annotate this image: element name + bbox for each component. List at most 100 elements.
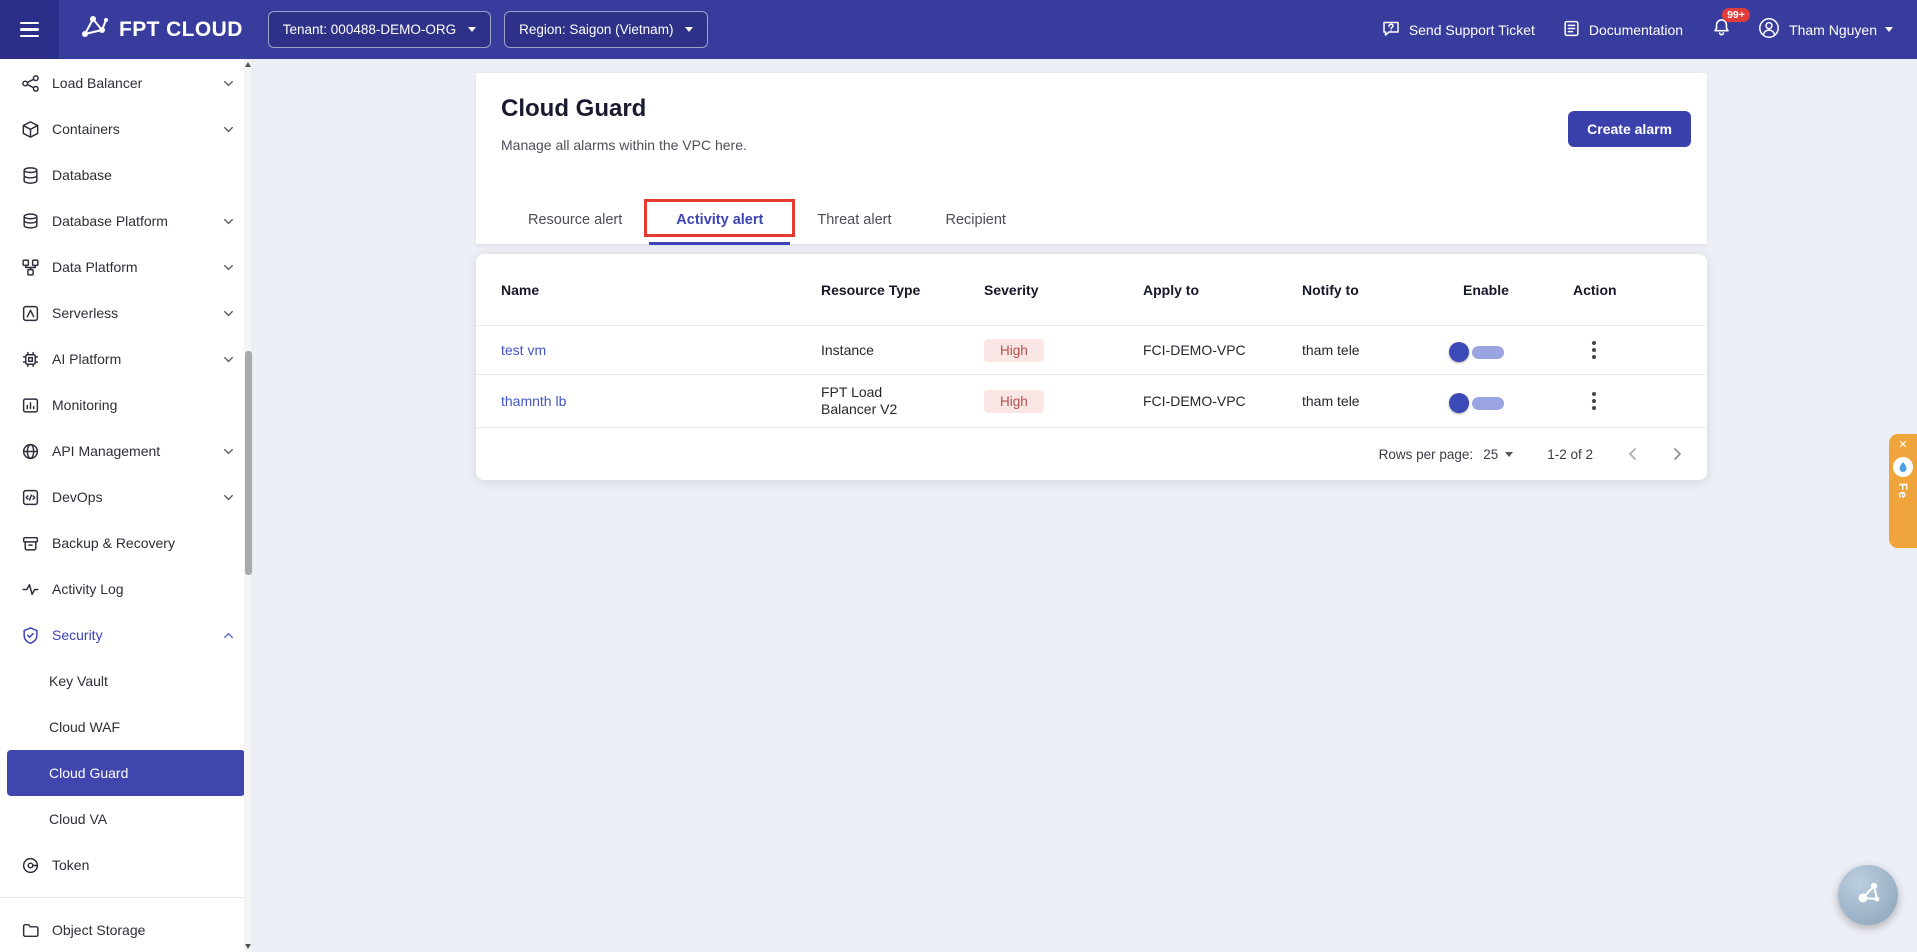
row-actions-kebab-icon[interactable] [1589,338,1707,362]
fpt-cloud-logo-icon [79,13,109,46]
close-icon[interactable]: ✕ [1898,440,1907,451]
notify-to-cell: tham tele [1302,393,1360,409]
table-row: thamnth lb FPT Load Balancer V2 High FCI… [476,375,1707,428]
feedback-tab[interactable]: ✕ Fe [1889,434,1917,548]
sidebar-subitem-label: Key Vault [49,673,108,689]
sidebar-item-cloud-guard[interactable]: Cloud Guard [7,750,245,796]
monitoring-icon [20,395,40,415]
sidebar-item-database-platform[interactable]: Database Platform [0,198,252,244]
sidebar-item-label: Data Platform [52,259,138,275]
table-footer: Rows per page: 25 1-2 of 2 [476,428,1707,480]
sidebar: Load Balancer Containers Database Databa… [0,59,253,952]
sidebar-item-devops[interactable]: DevOps [0,474,252,520]
sidebar-item-label: Load Balancer [52,75,143,91]
severity-badge: High [984,389,1044,413]
chevron-down-icon [1505,451,1514,457]
notify-to-cell: tham tele [1302,342,1360,358]
rows-per-page-label: Rows per page: [1378,446,1474,462]
avatar-icon [1757,16,1781,43]
topbar: FPT CLOUD Tenant: 000488-DEMO-ORG Region… [0,0,1917,59]
pagination-next-button[interactable] [1667,444,1687,464]
chevron-down-icon [221,306,236,321]
alarm-name-link[interactable]: thamnth lb [501,393,566,409]
sidebar-item-label: Database Platform [52,213,168,229]
tab-bar: Resource alert Activity alert Threat ale… [476,196,1707,245]
database-icon [20,165,40,185]
chevron-up-icon [221,628,236,643]
scrollbar-down-arrow-icon[interactable] [244,944,252,949]
support-chat-icon [1381,18,1401,41]
brand-logo[interactable]: FPT CLOUD [79,13,243,46]
sidebar-item-label: Token [52,857,90,873]
sidebar-item-token[interactable]: Token [0,842,252,888]
sidebar-item-label: AI Platform [52,351,122,367]
scrollbar-up-arrow-icon[interactable] [244,62,252,67]
sidebar-item-api-management[interactable]: API Management [0,428,252,474]
region-dropdown[interactable]: Region: Saigon (Vietnam) [504,11,709,48]
sidebar-item-database[interactable]: Database [0,152,252,198]
user-menu[interactable]: Tham Nguyen [1757,16,1893,43]
chevron-down-icon [221,214,236,229]
apply-to-cell: FCI-DEMO-VPC [1143,393,1246,409]
sidebar-item-activity-log[interactable]: Activity Log [0,566,252,612]
create-alarm-button[interactable]: Create alarm [1568,111,1691,147]
brand-name: FPT CLOUD [119,17,243,41]
tab-label: Activity alert [676,212,764,228]
sidebar-item-cloud-va[interactable]: Cloud VA [0,796,252,842]
sidebar-item-monitoring[interactable]: Monitoring [0,382,252,428]
chevron-down-icon [221,122,236,137]
sidebar-item-data-platform[interactable]: Data Platform [0,244,252,290]
chevron-down-icon [221,444,236,459]
tab-resource-alert[interactable]: Resource alert [501,196,649,244]
scrollbar-thumb[interactable] [244,351,252,575]
serverless-icon [20,303,40,323]
column-header-apply-to: Apply to [1143,281,1199,298]
tab-label: Threat alert [817,212,892,228]
chevron-down-icon [468,27,477,32]
sidebar-item-ai-platform[interactable]: AI Platform [0,336,252,382]
sidebar-item-load-balancer[interactable]: Load Balancer [0,60,252,106]
devops-icon [20,487,40,507]
api-management-icon [20,441,40,461]
rows-per-page-select[interactable]: 25 [1483,446,1514,462]
severity-badge: High [984,338,1044,362]
sidebar-subitem-label: Cloud WAF [49,719,121,735]
notification-badge: 99+ [1722,7,1750,22]
chevron-down-icon [221,490,236,505]
apply-to-cell: FCI-DEMO-VPC [1143,342,1246,358]
sidebar-item-containers[interactable]: Containers [0,106,252,152]
rows-per-page-value: 25 [1483,446,1499,462]
containers-icon [20,119,40,139]
topbar-right: Send Support Ticket Documentation 99+ Th… [1354,7,1917,43]
pagination-range: 1-2 of 2 [1547,446,1593,462]
chevron-down-icon [1885,27,1893,32]
ai-assistant-button[interactable] [1838,865,1898,925]
send-support-ticket-link[interactable]: Send Support Ticket [1381,18,1535,41]
tenant-dropdown[interactable]: Tenant: 000488-DEMO-ORG [267,11,492,48]
docs-label: Documentation [1588,21,1684,38]
sidebar-item-security[interactable]: Security [0,612,252,658]
sidebar-subitem-label: Cloud VA [49,811,108,827]
tab-activity-alert[interactable]: Activity alert [644,196,796,245]
sidebar-item-backup-recovery[interactable]: Backup & Recovery [0,520,252,566]
sidebar-item-object-storage[interactable]: Object Storage [0,907,252,952]
hamburger-menu-button[interactable] [0,0,59,59]
tab-recipient[interactable]: Recipient [919,196,1033,244]
ai-platform-icon [20,349,40,369]
sidebar-item-serverless[interactable]: Serverless [0,290,252,336]
tab-threat-alert[interactable]: Threat alert [790,196,918,244]
feedback-label: Fe [1896,483,1910,500]
page-title: Cloud Guard [501,95,647,122]
backup-recovery-icon [20,533,40,553]
notification-bell-button[interactable]: 99+ [1711,7,1750,43]
sidebar-item-cloud-waf[interactable]: Cloud WAF [0,704,252,750]
documentation-link[interactable]: Documentation [1562,19,1683,41]
pagination-prev-button[interactable] [1623,444,1643,464]
sidebar-scrollbar[interactable] [244,59,252,952]
chevron-down-icon [221,260,236,275]
sidebar-item-key-vault[interactable]: Key Vault [0,658,252,704]
row-actions-kebab-icon[interactable] [1589,389,1707,413]
alarm-name-link[interactable]: test vm [501,342,546,358]
chevron-down-icon [221,76,236,91]
main-content: Cloud Guard Manage all alarms within the… [253,59,1917,952]
